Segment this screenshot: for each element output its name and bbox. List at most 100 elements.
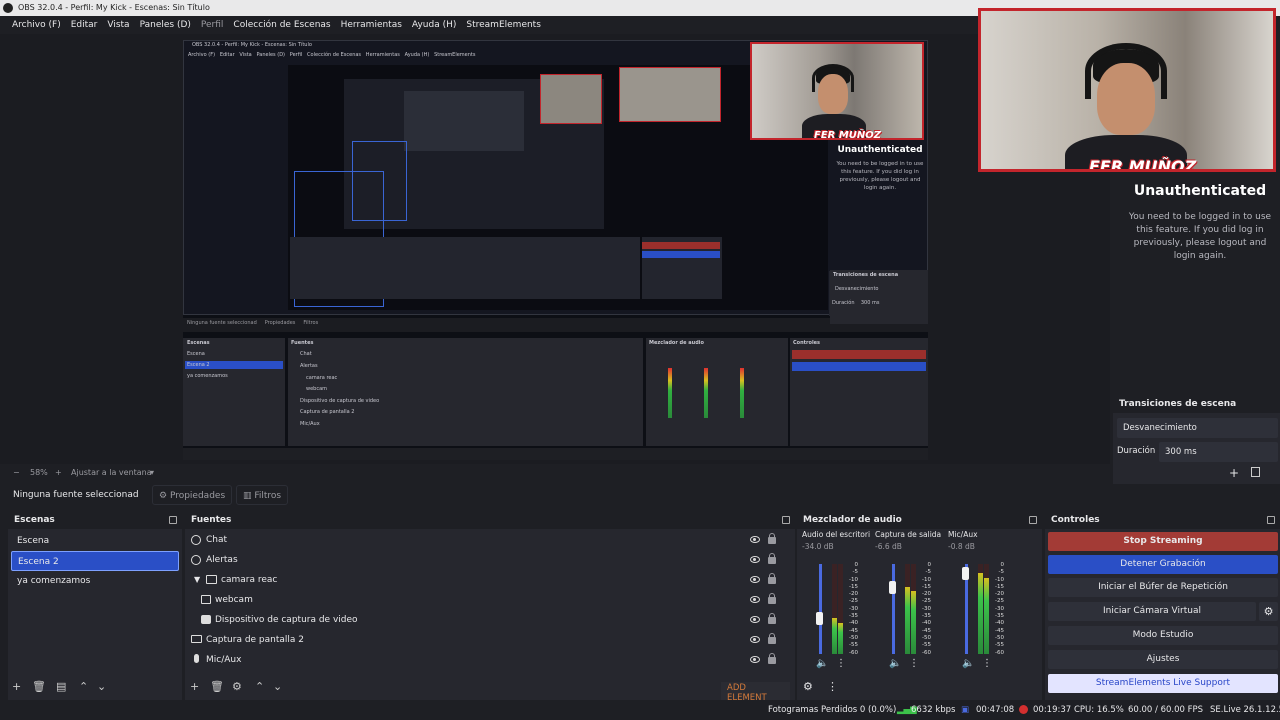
move-up-icon[interactable]: ⌃	[255, 680, 264, 693]
speaker-icon[interactable]: 🔈	[962, 658, 974, 669]
volume-knob[interactable]	[816, 612, 823, 625]
stop-streaming-button[interactable]: Stop Streaming	[1048, 532, 1278, 551]
db-tick: -20	[995, 591, 1004, 598]
scene-filters-icon[interactable]: ▤	[56, 680, 66, 693]
source-row[interactable]: Alertas	[185, 550, 785, 570]
menu-herramientas[interactable]: Herramientas	[336, 16, 407, 34]
source-row[interactable]: Mic/Aux	[185, 650, 785, 670]
camera-tag-small: FER MUÑOZ	[814, 130, 882, 140]
properties-button[interactable]: ⚙ Propiedades	[152, 485, 233, 505]
globe-icon	[191, 555, 201, 565]
mic-icon	[194, 654, 199, 663]
menu-archivo[interactable]: Archivo (F)	[7, 16, 66, 34]
eye-icon[interactable]	[750, 656, 760, 663]
source-row[interactable]: Dispositivo de captura de video	[185, 610, 785, 630]
zoom-out-button[interactable]: −	[13, 465, 20, 481]
filter-icon: ▥	[243, 491, 255, 501]
eye-icon[interactable]	[750, 596, 760, 603]
add-scene-icon[interactable]: +	[12, 680, 21, 693]
float-dock-icon[interactable]	[1029, 516, 1037, 524]
move-up-icon[interactable]: ⌃	[79, 680, 88, 693]
db-tick: -30	[995, 605, 1004, 612]
remove-scene-icon[interactable]: 🗑	[32, 680, 46, 693]
volume-knob[interactable]	[962, 567, 969, 580]
db-tick: -45	[849, 627, 858, 634]
source-settings-icon[interactable]: ⚙	[232, 680, 242, 693]
channel-menu-icon[interactable]: ⋮	[836, 658, 846, 669]
lock-icon[interactable]	[768, 653, 776, 664]
settings-button[interactable]: Ajustes	[1048, 650, 1278, 669]
db-tick: -40	[995, 620, 1004, 627]
channel-menu-icon[interactable]: ⋮	[909, 658, 919, 669]
cpu-usage: CPU: 16.5%	[1074, 705, 1124, 715]
fit-window-select[interactable]: Ajustar a la ventana	[71, 465, 152, 481]
eye-icon[interactable]	[750, 556, 760, 563]
menu-coleccion[interactable]: Colección de Escenas	[228, 16, 335, 34]
source-row[interactable]: webcam	[185, 590, 785, 610]
transition-select[interactable]: Desvanecimiento	[1117, 418, 1278, 438]
zoom-in-button[interactable]: +	[55, 465, 62, 481]
lock-icon[interactable]	[768, 573, 776, 584]
volume-knob[interactable]	[889, 580, 896, 594]
source-group-row[interactable]: ▼ camara reac	[185, 570, 785, 590]
lock-icon[interactable]	[768, 553, 776, 564]
scene-item[interactable]: ya comenzamos	[11, 571, 179, 591]
add-transition-icon[interactable]: +	[1229, 466, 1239, 480]
eye-icon[interactable]	[750, 616, 760, 623]
eye-icon[interactable]	[750, 636, 760, 643]
lock-icon[interactable]	[768, 613, 776, 624]
scene-item[interactable]: Escena	[11, 531, 179, 551]
menu-perfil[interactable]: Perfil	[196, 16, 229, 34]
chevron-down-icon[interactable]: ▼	[194, 570, 200, 590]
stop-recording-button[interactable]: Detener Grabación	[1048, 555, 1278, 574]
sources-list: Chat Alertas ▼ camara reac webcam Disposi…	[185, 530, 795, 680]
move-down-icon[interactable]: ⌄	[97, 680, 106, 693]
speaker-icon[interactable]: 🔈	[816, 658, 828, 669]
replay-buffer-button[interactable]: Iniciar el Búfer de Repetición	[1048, 578, 1278, 597]
menu-vista[interactable]: Vista	[102, 16, 134, 34]
menu-paneles[interactable]: Paneles (D)	[135, 16, 196, 34]
trash-icon[interactable]	[1251, 467, 1260, 477]
filters-button[interactable]: ▥ Filtros	[236, 485, 289, 505]
lock-icon[interactable]	[768, 593, 776, 604]
version: SE.Live 26.1.12.53	[1210, 705, 1280, 715]
move-down-icon[interactable]: ⌄	[273, 680, 282, 693]
eye-icon[interactable]	[750, 576, 760, 583]
remove-source-icon[interactable]: 🗑	[210, 680, 224, 693]
source-label: Alertas	[206, 555, 238, 565]
mixer-channel: Captura de salida d -6.6 dB 0 -5 -10 -15 -20 -2…	[875, 530, 945, 680]
menu-editar[interactable]: Editar	[66, 16, 103, 34]
studio-mode-button[interactable]: Modo Estudio	[1048, 626, 1278, 645]
db-tick: -10	[922, 576, 931, 583]
channel-menu-icon[interactable]: ⋮	[982, 658, 992, 669]
scene-item-active[interactable]: Escena 2	[11, 551, 179, 571]
gear-icon: ⚙	[159, 491, 170, 501]
virtual-camera-settings-icon[interactable]: ⚙	[1259, 602, 1278, 621]
db-tick: -30	[922, 605, 931, 612]
mixer-channel: Audio del escritorio -34.0 dB 0 -5 -10 -15 -20…	[802, 530, 872, 680]
mixer-menu-icon[interactable]: ⋮	[827, 680, 838, 693]
db-tick: -60	[922, 649, 931, 656]
db-tick: -60	[995, 649, 1004, 656]
float-dock-icon[interactable]	[169, 516, 177, 524]
lock-icon[interactable]	[768, 633, 776, 644]
eye-icon[interactable]	[750, 536, 760, 543]
float-dock-icon[interactable]	[1267, 516, 1275, 524]
duration-input[interactable]: 300 ms	[1159, 442, 1278, 462]
chevron-down-icon[interactable]: ▾	[150, 465, 154, 481]
menu-ayuda[interactable]: Ayuda (H)	[407, 16, 461, 34]
live-support-button[interactable]: StreamElements Live Support	[1048, 674, 1278, 693]
properties-label: Propiedades	[169, 491, 226, 501]
menu-streamelements[interactable]: StreamElements	[461, 16, 546, 34]
speaker-icon[interactable]: 🔈	[889, 658, 901, 669]
mixer-settings-icon[interactable]: ⚙	[803, 680, 813, 693]
source-row[interactable]: Chat	[185, 530, 785, 550]
virtual-camera-button[interactable]: Iniciar Cámara Virtual	[1048, 602, 1256, 621]
float-dock-icon[interactable]	[782, 516, 790, 524]
source-row[interactable]: Captura de pantalla 2	[185, 630, 785, 650]
unauth-title-small: Unauthenticated	[837, 145, 923, 155]
volume-fader[interactable]	[892, 564, 895, 654]
lock-icon[interactable]	[768, 533, 776, 544]
add-source-icon[interactable]: +	[190, 680, 199, 693]
volume-fader[interactable]	[819, 564, 822, 654]
